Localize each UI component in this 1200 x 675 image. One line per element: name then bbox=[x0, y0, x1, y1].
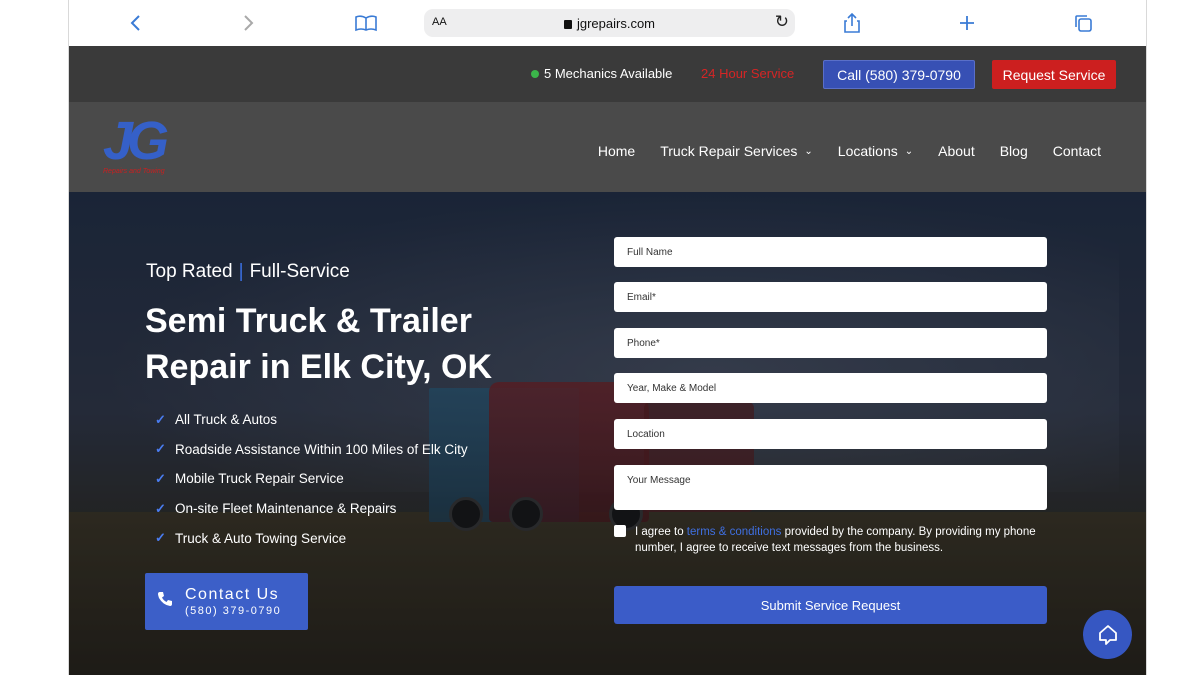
kicker-separator: | bbox=[238, 261, 244, 282]
bookmarks-icon[interactable] bbox=[353, 10, 379, 36]
contact-us-label: Contact Us bbox=[185, 586, 280, 603]
lock-icon bbox=[563, 20, 572, 29]
main-navbar: JG Repairs and Towing Home Truck Repair … bbox=[69, 102, 1146, 192]
back-icon[interactable] bbox=[122, 10, 148, 36]
reload-icon[interactable]: ↻ bbox=[775, 12, 789, 32]
checklist-text: Truck & Auto Towing Service bbox=[175, 530, 347, 546]
logo-letters: JG bbox=[103, 111, 169, 171]
check-icon: ✓ bbox=[155, 411, 166, 427]
checklist-item: ✓ Mobile Truck Repair Service bbox=[155, 464, 468, 494]
call-button[interactable]: Call (580) 379-0790 bbox=[823, 60, 975, 89]
check-icon: ✓ bbox=[155, 530, 166, 546]
forward-icon[interactable] bbox=[236, 10, 262, 36]
consent-text: I agree to terms & conditions provided b… bbox=[635, 524, 1044, 556]
mechanics-label: 5 Mechanics Available bbox=[544, 66, 673, 81]
request-service-button[interactable]: Request Service bbox=[992, 60, 1116, 89]
nav-label: Blog bbox=[999, 143, 1028, 159]
terms-link[interactable]: terms & conditions bbox=[687, 526, 782, 538]
chevron-down-icon: ⌄ bbox=[904, 145, 914, 157]
hero-title: Semi Truck & Trailer Repair in Elk City,… bbox=[145, 302, 493, 386]
full-name-field[interactable]: Full Name bbox=[614, 237, 1047, 267]
checklist-item: ✓ Truck & Auto Towing Service bbox=[155, 523, 468, 553]
nav-item-blog[interactable]: Blog bbox=[1000, 143, 1028, 159]
nav-item-home[interactable]: Home bbox=[598, 143, 635, 159]
contact-us-phone: (580) 379-0790 bbox=[185, 605, 282, 617]
nav-label: Truck Repair Services bbox=[660, 143, 798, 159]
status-dot-icon bbox=[531, 69, 539, 78]
nav-label: Contact bbox=[1052, 143, 1101, 159]
checklist-text: Roadside Assistance Within 100 Miles of … bbox=[175, 441, 468, 457]
kicker-left: Top Rated bbox=[146, 261, 233, 282]
check-icon: ✓ bbox=[155, 470, 166, 486]
service-24-label: 24 Hour Service bbox=[701, 66, 795, 81]
url-text: jgrepairs.com bbox=[576, 16, 656, 31]
contact-us-button[interactable]: Contact Us (580) 379-0790 bbox=[145, 573, 308, 630]
checklist-text: All Truck & Autos bbox=[175, 412, 278, 428]
checklist-item: ✓ Roadside Assistance Within 100 Miles of… bbox=[155, 435, 468, 465]
logo-tagline: Repairs and Towing bbox=[103, 168, 165, 175]
nav-item-truck-repair-services[interactable]: Truck Repair Services ⌄ bbox=[660, 143, 813, 159]
email-field[interactable]: Email* bbox=[614, 282, 1047, 312]
nav-label: About bbox=[938, 143, 975, 159]
checklist-item: ✓ All Truck & Autos bbox=[155, 405, 468, 435]
checklist-text: Mobile Truck Repair Service bbox=[175, 471, 344, 487]
chat-widget-button[interactable] bbox=[1083, 610, 1132, 659]
new-tab-icon[interactable] bbox=[954, 10, 980, 36]
message-field[interactable]: Your Message bbox=[614, 465, 1047, 510]
consent-block: I agree to terms & conditions provided b… bbox=[614, 524, 1044, 556]
submit-service-request-button[interactable]: Submit Service Request bbox=[614, 586, 1047, 624]
kicker-right: Full-Service bbox=[249, 261, 350, 282]
nav-label: Home bbox=[597, 143, 636, 159]
nav-menu: Home Truck Repair Services ⌄ Locations ⌄ A… bbox=[573, 143, 1101, 159]
hero-checklist: ✓ All Truck & Autos ✓ Roadside Assistance … bbox=[155, 405, 468, 553]
nav-item-contact[interactable]: Contact bbox=[1053, 143, 1101, 159]
consent-checkbox[interactable] bbox=[614, 525, 626, 537]
check-icon: ✓ bbox=[155, 441, 166, 457]
browser-toolbar: AA jgrepairs.com ↻ bbox=[69, 0, 1146, 46]
hero-section: Top Rated | Full-Service Semi Truck & Trai… bbox=[69, 192, 1146, 675]
consent-pre: I agree to bbox=[635, 526, 687, 538]
location-field[interactable]: Location bbox=[614, 419, 1047, 449]
address-bar[interactable]: AA jgrepairs.com ↻ bbox=[424, 9, 795, 37]
hero-kicker: Top Rated | Full-Service bbox=[146, 261, 350, 283]
phone-icon bbox=[145, 591, 185, 612]
share-icon[interactable] bbox=[839, 10, 865, 36]
chat-icon bbox=[1098, 624, 1117, 645]
nav-item-about[interactable]: About bbox=[938, 143, 975, 159]
phone-field[interactable]: Phone* bbox=[614, 328, 1047, 358]
site-logo[interactable]: JG Repairs and Towing bbox=[101, 111, 183, 180]
browser-window: AA jgrepairs.com ↻ 5 Mechanics Available… bbox=[68, 0, 1147, 675]
tabs-icon[interactable] bbox=[1070, 10, 1096, 36]
chevron-down-icon: ⌄ bbox=[804, 145, 813, 157]
nav-item-locations[interactable]: Locations ⌄ bbox=[838, 143, 913, 159]
vehicle-field[interactable]: Year, Make & Model bbox=[614, 373, 1047, 403]
top-info-bar: 5 Mechanics Available 24 Hour Service Ca… bbox=[69, 46, 1146, 102]
mechanics-available: 5 Mechanics Available bbox=[531, 66, 672, 81]
check-icon: ✓ bbox=[155, 500, 166, 516]
checklist-item: ✓ On-site Fleet Maintenance & Repairs bbox=[155, 494, 468, 524]
checklist-text: On-site Fleet Maintenance & Repairs bbox=[175, 501, 397, 517]
nav-label: Locations bbox=[837, 143, 898, 159]
